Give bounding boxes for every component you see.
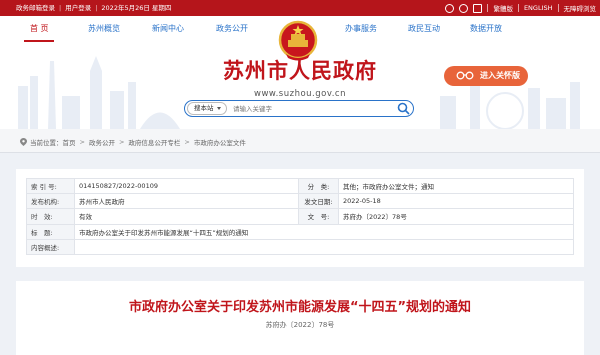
wechat-icon[interactable] (445, 3, 455, 13)
divider (517, 4, 519, 12)
category-label: 分 类: (298, 177, 339, 195)
article-doc-number: 苏府办〔2022〕78号 (265, 321, 335, 329)
current-date: 2022年5月26日 星期四 (101, 4, 172, 12)
site-url: www.suzhou.gov.cn (254, 89, 346, 99)
validity-label: 时 效: (26, 208, 75, 225)
breadcrumb-bar: 当前位置： 首页 > 政务公开 > 政府信息公开专栏 > 市政府办公室文件 (0, 129, 600, 153)
table-row: 发布机构: 苏州市人民政府 发文日期: 2022-05-18 (26, 193, 574, 210)
breadcrumb-item-home[interactable]: 首页 (63, 137, 76, 147)
breadcrumb-item-office-documents[interactable]: 市政府办公室文件 (194, 137, 246, 147)
weibo-icon[interactable] (459, 3, 469, 13)
breadcrumb-item-government-affairs[interactable]: 政务公开 (89, 137, 115, 147)
divider (487, 4, 489, 12)
search-bar: 搜本站 (184, 100, 414, 117)
site-header: 首 页 苏州概览 新闻中心 政务公开 办事服务 政民互动 数据开放 苏州市人民政… (0, 16, 600, 129)
english-link[interactable]: ENGLISH (524, 4, 553, 12)
nav-services[interactable]: 办事服务 (345, 23, 377, 34)
breadcrumb-item-info-disclosure[interactable]: 政府信息公开专栏 (128, 137, 180, 147)
nav-active-underline (24, 40, 54, 42)
document-info-card: 索 引 号: 014150827/2022-00109 分 类: 其他；市政府办… (16, 169, 584, 267)
nav-suzhou-overview[interactable]: 苏州概览 (88, 23, 120, 34)
accessibility-link[interactable]: 无障碍浏览 (564, 3, 597, 13)
divider: | (59, 4, 62, 12)
chevron-right-icon: > (184, 138, 190, 146)
chevron-down-icon (217, 107, 221, 110)
nav-home[interactable]: 首 页 (30, 23, 49, 34)
agency-value: 苏州市人民政府 (74, 193, 299, 210)
nav-public-interaction[interactable]: 政民互动 (408, 23, 440, 34)
article-title: 市政府办公室关于印发苏州市能源发展“十四五”规划的通知 (128, 300, 472, 315)
search-icon[interactable] (397, 102, 410, 115)
site-title: 苏州市人民政府 (223, 58, 377, 83)
docno-value: 苏府办〔2022〕78号 (338, 208, 574, 225)
nav-news-center[interactable]: 新闻中心 (152, 23, 184, 34)
title-label: 标 题: (26, 223, 75, 240)
table-row: 时 效: 有效 文 号: 苏府办〔2022〕78号 (26, 208, 574, 225)
mobile-app-icon[interactable] (473, 3, 483, 13)
index-value: 014150827/2022-00109 (74, 177, 299, 195)
glasses-icon (456, 71, 474, 80)
traditional-chinese-link[interactable]: 繁體版 (493, 3, 513, 13)
search-scope-select[interactable]: 搜本站 (187, 102, 227, 115)
table-row: 索 引 号: 014150827/2022-00109 分 类: 其他；市政府办… (26, 177, 574, 195)
divider: | (95, 4, 98, 12)
document-metadata-table: 索 引 号: 014150827/2022-00109 分 类: 其他；市政府办… (26, 177, 574, 255)
category-value: 其他；市政府办公室文件；通知 (338, 177, 574, 195)
title-value: 市政府办公室关于印发苏州市能源发展“十四五”规划的通知 (74, 223, 574, 240)
table-row: 内容概述: (26, 238, 574, 255)
location-pin-icon (20, 138, 27, 146)
user-login-link[interactable]: 用户登录 (65, 0, 91, 16)
docno-label: 文 号: (298, 208, 339, 225)
search-input[interactable] (233, 103, 383, 114)
summary-value (74, 238, 574, 255)
validity-value: 有效 (74, 208, 299, 225)
nav-government-affairs[interactable]: 政务公开 (216, 23, 248, 34)
table-row: 标 题: 市政府办公室关于印发苏州市能源发展“十四五”规划的通知 (26, 223, 574, 240)
index-label: 索 引 号: (26, 177, 75, 195)
breadcrumb: 当前位置： 首页 > 政务公开 > 政府信息公开专栏 > 市政府办公室文件 (20, 137, 246, 147)
mail-login-link[interactable]: 政务邮箱登录 (16, 0, 55, 16)
chevron-right-icon: > (79, 138, 85, 146)
breadcrumb-label: 当前位置： (30, 139, 63, 147)
search-scope-label: 搜本站 (194, 104, 214, 112)
date-value: 2022-05-18 (338, 193, 574, 210)
summary-label: 内容概述: (26, 238, 75, 255)
nav-open-data[interactable]: 数据开放 (470, 23, 502, 34)
divider (557, 4, 559, 12)
care-mode-button[interactable]: 进入关怀版 (444, 66, 528, 86)
chevron-right-icon: > (118, 138, 125, 146)
date-label: 发文日期: (298, 193, 339, 210)
agency-label: 发布机构: (26, 193, 75, 210)
article-card: 市政府办公室关于印发苏州市能源发展“十四五”规划的通知 苏府办〔2022〕78号 (16, 281, 584, 355)
care-mode-label: 进入关怀版 (480, 71, 520, 80)
top-utility-bar: 政务邮箱登录 | 用户登录 | 2022年5月26日 星期四 繁體版 ENGLI… (0, 0, 600, 16)
